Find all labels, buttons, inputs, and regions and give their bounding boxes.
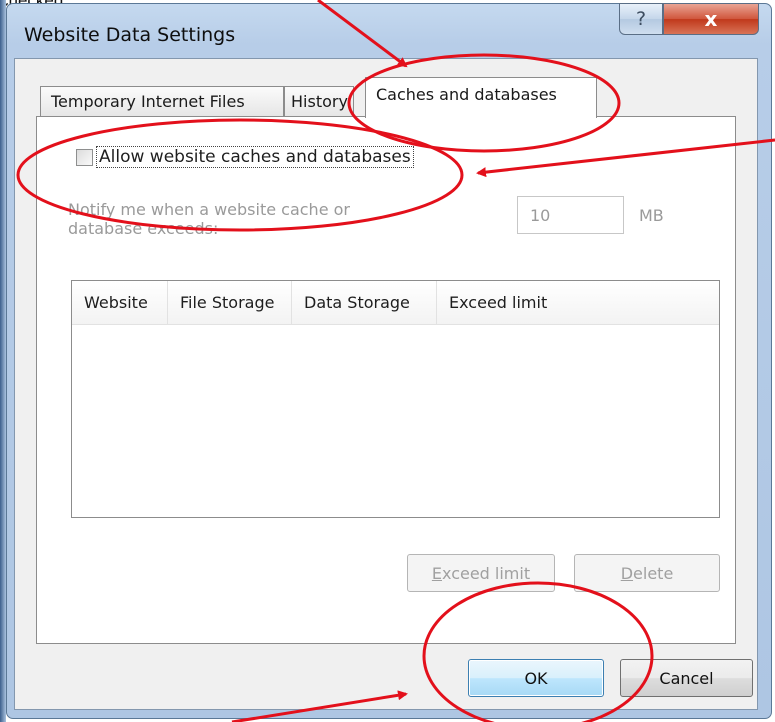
ok-button[interactable]: OK [468,659,604,697]
tab-label: History [291,92,348,111]
website-storage-list[interactable]: Website File Storage Data Storage Exceed… [71,280,720,518]
help-button[interactable]: ? [619,3,663,35]
list-header: Website File Storage Data Storage Exceed… [72,281,719,325]
notify-line-2: database exceeds: [68,219,219,238]
allow-caches-checkbox[interactable] [76,149,93,166]
close-icon: x [704,7,718,31]
tab-temporary-internet-files[interactable]: Temporary Internet Files [40,86,284,116]
notify-label: Notify me when a website cache or databa… [68,200,350,238]
tab-label: Temporary Internet Files [51,92,245,111]
delete-mnemonic: D [620,563,634,583]
delete-button[interactable]: Delete [574,554,720,592]
column-header-exceed-limit[interactable]: Exceed limit [437,281,587,324]
notify-line-1: Notify me when a website cache or [68,200,350,219]
tab-caches-and-databases[interactable]: Caches and databases [365,77,597,118]
cancel-button[interactable]: Cancel [620,659,753,697]
delete-label: elete [633,563,674,583]
column-header-data-storage[interactable]: Data Storage [292,281,437,324]
column-header-website[interactable]: Website [72,281,168,324]
cache-limit-unit: MB [639,206,664,225]
exceed-label: xceed limit [442,563,531,583]
exceed-limit-button[interactable]: Exceed limit [407,554,555,592]
tab-label: Caches and databases [376,84,557,104]
tab-history[interactable]: History [284,86,354,116]
column-header-file-storage[interactable]: File Storage [168,281,292,324]
close-button[interactable]: x [663,3,759,35]
help-icon: ? [635,8,647,30]
allow-caches-label[interactable]: Allow website caches and databases [96,146,414,168]
cache-limit-input[interactable] [517,196,624,234]
dialog-title: Website Data Settings [24,24,236,46]
exceed-mnemonic: E [431,563,442,583]
